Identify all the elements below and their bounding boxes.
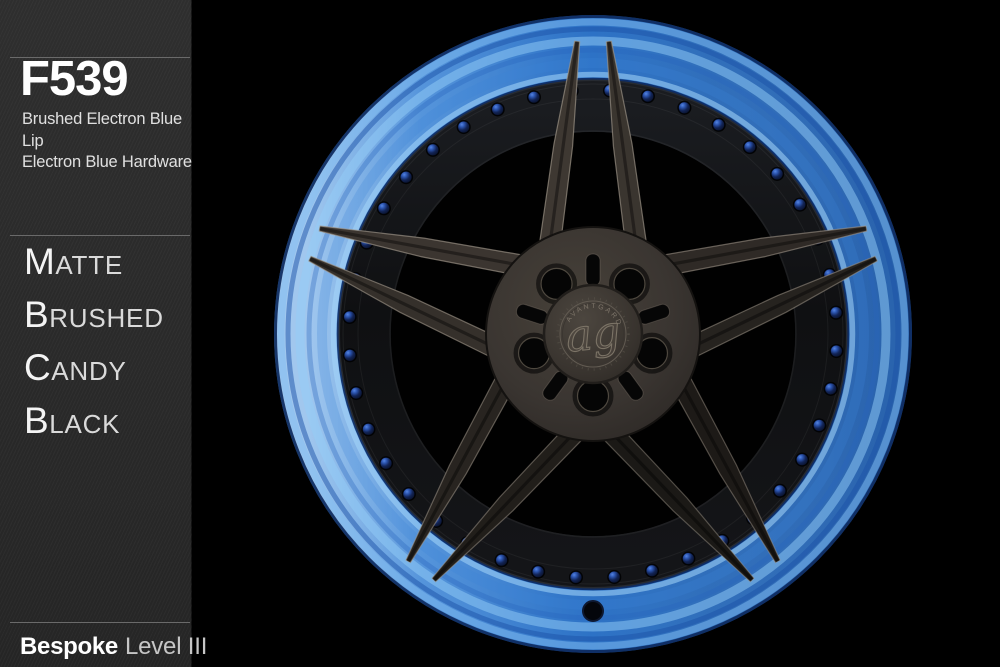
lip-bolt bbox=[774, 485, 787, 498]
lip-bolt bbox=[678, 101, 691, 114]
bespoke-level: Level III bbox=[125, 633, 207, 660]
lip-bolt bbox=[495, 554, 508, 567]
lip-bolt bbox=[646, 564, 659, 577]
lug-hole bbox=[578, 381, 609, 412]
finish-line: Lip bbox=[22, 131, 192, 153]
lip-bolt bbox=[830, 306, 843, 319]
finish-line: Electron Blue Hardware bbox=[22, 152, 192, 174]
acronym-word-candy: CANDY bbox=[24, 345, 164, 398]
model-name: F539 bbox=[20, 54, 128, 105]
lip-bolt bbox=[608, 571, 621, 584]
finish-line: Brushed Electron Blue bbox=[22, 109, 192, 131]
acronym-word-black: BLACK bbox=[24, 398, 164, 451]
lip-bolt bbox=[350, 387, 363, 400]
bespoke-level-label: Bespoke Level III bbox=[20, 633, 207, 661]
acronym-rest: ANDY bbox=[51, 356, 126, 386]
acronym-initial: C bbox=[24, 347, 51, 388]
info-sidebar: F539 Brushed Electron Blue Lip Electron … bbox=[0, 0, 192, 667]
finish-description: Brushed Electron Blue Lip Electron Blue … bbox=[22, 109, 192, 174]
lip-bolt bbox=[491, 103, 504, 116]
lip-bolt bbox=[796, 453, 809, 466]
lip-bolt bbox=[830, 345, 843, 358]
lip-bolt bbox=[682, 552, 695, 565]
lip-bolt bbox=[380, 457, 393, 470]
lip-bolt bbox=[570, 571, 583, 584]
lip-bolt bbox=[712, 119, 725, 132]
lip-bolt bbox=[427, 144, 440, 157]
lip-bolt bbox=[824, 383, 837, 396]
lip-bolt bbox=[744, 141, 757, 154]
acronym-rest: ATTE bbox=[55, 250, 123, 280]
lip-bolt bbox=[528, 91, 541, 104]
lip-bolt bbox=[457, 121, 470, 134]
bespoke-brand: Bespoke bbox=[20, 633, 118, 660]
lip-bolt bbox=[642, 90, 655, 103]
lip-bolt bbox=[378, 202, 391, 215]
lip-bolt bbox=[771, 168, 784, 181]
acronym-initial: B bbox=[24, 294, 49, 335]
lip-bolt bbox=[362, 423, 375, 436]
lip-bolt bbox=[532, 565, 545, 578]
lip-bolt bbox=[344, 349, 357, 362]
lip-bolt bbox=[400, 171, 413, 184]
acronym-initial: B bbox=[24, 400, 49, 441]
valve-stem-hole bbox=[583, 601, 603, 621]
finish-acronym-list: MATTE BRUSHED CANDY BLACK bbox=[24, 239, 164, 451]
divider bbox=[10, 622, 190, 623]
lip-bolt bbox=[813, 419, 826, 432]
lip-bolt bbox=[343, 311, 356, 324]
hub-slot bbox=[586, 254, 600, 286]
page: ag AVANTGARDE F539 Brushed Electron Blue… bbox=[0, 0, 1000, 667]
acronym-word-matte: MATTE bbox=[24, 239, 164, 292]
acronym-rest: RUSHED bbox=[49, 303, 164, 333]
acronym-word-brushed: BRUSHED bbox=[24, 292, 164, 345]
divider bbox=[10, 235, 190, 236]
acronym-rest: LACK bbox=[49, 409, 120, 439]
acronym-initial: M bbox=[24, 241, 55, 282]
lip-bolt bbox=[403, 488, 416, 501]
lip-bolt bbox=[794, 198, 807, 211]
